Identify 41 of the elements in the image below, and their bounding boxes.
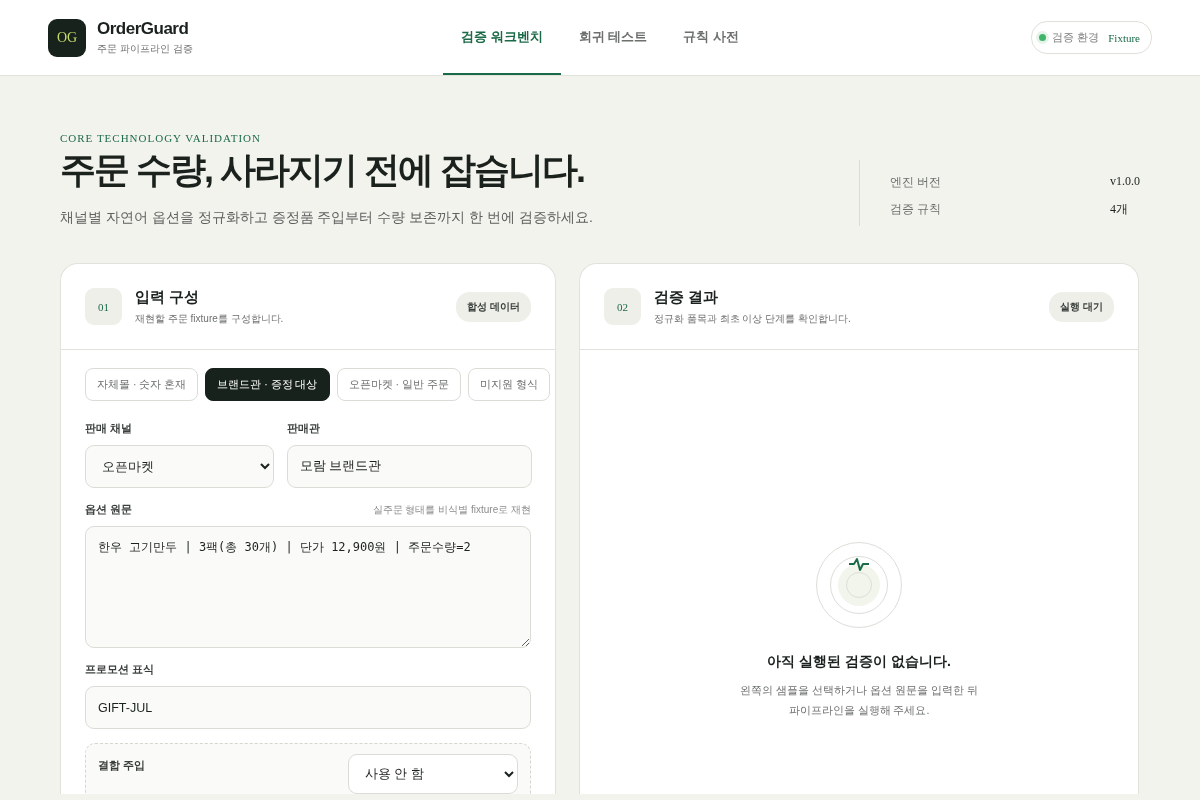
panel-subtitle: 재현할 주문 fixture를 구성합니다. [135,311,285,326]
option-text-field[interactable]: 한우 고기만두 | 3팩(총 30개) | 단가 12,900원 | 주문수량=2 [85,526,531,648]
field-label: 옵션 원문 [85,502,133,517]
stat-label: 검증 규칙 [890,201,942,218]
injection-select[interactable]: 사용 안 함 [348,754,518,794]
field-hint: 실주문 형태를 비식별 fixture로 재현 [372,502,531,517]
environment-label: 검증 환경 [1052,30,1100,45]
sample-chip[interactable]: 오픈마켓 · 일반 주문 [336,368,461,401]
field-label: 판매 채널 [85,421,133,436]
nav-tab[interactable]: 검증 워크벤치 [443,0,561,75]
panel-title: 검증 결과 [654,287,720,307]
nav-tab[interactable]: 규칙 사전 [665,0,757,75]
stat-value: v1.0.0 [1110,174,1140,190]
app-logo: OG [48,18,86,57]
environment-value: Fixture [1108,31,1140,44]
nav-tab[interactable]: 회귀 테스트 [560,0,666,75]
channel-select[interactable]: 오픈마켓 [85,445,274,488]
stat-value: 4개 [1110,201,1129,218]
empty-state-message: 왼쪽의 샘플을 선택하거나 옵션 원문을 입력한 뒤 파이프라인을 실행해 주세요. [739,683,979,718]
store-field[interactable]: 모람 브랜드관 [287,445,532,488]
promotion-field[interactable]: GIFT-JUL [85,686,531,729]
status-badge: 합성 데이터 [456,291,531,322]
app-subtitle: 주문 파이프라인 검증 [97,42,193,56]
status-badge: 실행 대기 [1049,291,1114,322]
field-label: 결합 주입 [98,759,145,773]
field-label: 프로모션 표식 [85,662,155,677]
app-name: OrderGuard [97,19,190,39]
panel-title: 입력 구성 [135,287,201,307]
pulse-icon [815,541,903,629]
step-number: 01 [85,288,122,325]
panel-subtitle: 정규화 품목과 최초 이상 단계를 확인합니다. [654,311,852,326]
sample-chip[interactable]: 브랜드관 · 증정 대상 [205,368,330,401]
empty-state-title: 아직 실행된 검증이 없습니다. [767,653,951,671]
page-description: 채널별 자연어 옵션을 정규화하고 증정품 주입부터 수량 보존까지 한 번에 검증하세요. [60,209,593,227]
sample-chip[interactable]: 미지원 형식 [467,368,550,401]
step-number: 02 [604,288,641,325]
stat-label: 엔진 버전 [890,174,942,191]
eyebrow-text: CORE TECHNOLOGY VALIDATION [60,132,262,144]
sample-chip[interactable]: 자체몰 · 숫자 혼재 [85,368,199,401]
field-label: 판매관 [287,421,320,436]
page-title: 주문 수량, 사라지기 전에 잡습니다. [60,148,585,192]
